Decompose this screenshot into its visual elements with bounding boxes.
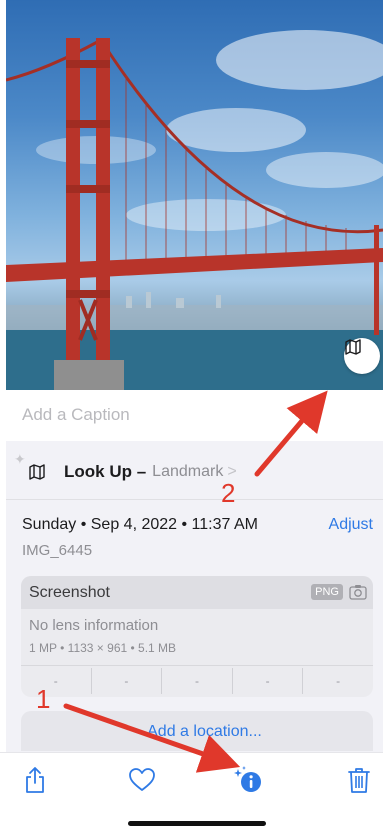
share-button[interactable] (20, 765, 50, 795)
bridge-photo-art (6, 30, 383, 390)
card-title: Screenshot (29, 583, 110, 601)
bottom-toolbar (0, 752, 383, 829)
look-up-subtitle: Landmark (152, 463, 224, 480)
heart-icon (129, 768, 155, 791)
annotation-number-1: 1 (36, 684, 51, 714)
exif-cell: - (336, 674, 341, 688)
camera-icon (349, 585, 367, 600)
divider (21, 665, 373, 666)
map-icon (345, 339, 361, 355)
map-button[interactable] (344, 338, 380, 374)
delete-button[interactable] (344, 765, 374, 795)
exif-cell: - (92, 668, 163, 694)
exif-cell: - (162, 668, 233, 694)
exif-cell: - (233, 668, 304, 694)
info-sparkle-icon (234, 766, 261, 792)
share-icon (26, 767, 44, 793)
look-up-title: Look Up – (64, 462, 147, 481)
annotation-number-2: 2 (221, 478, 236, 508)
exif-cell: - (21, 668, 92, 694)
add-location-button[interactable]: Add a location... (6, 723, 383, 741)
adjust-button[interactable]: Adjust (329, 516, 373, 534)
image-specs: 1 MP • 1133 × 961 • 5.1 MB (29, 641, 177, 655)
map-icon (29, 464, 45, 480)
file-name: IMG_6445 (22, 542, 93, 559)
format-badge: PNG (311, 584, 343, 600)
favorite-button[interactable] (127, 765, 157, 795)
info-panel: ✦ Look Up – Landmark > Sunday • Sep 4, 2… (6, 441, 383, 752)
info-button[interactable] (233, 765, 263, 795)
lens-info: No lens information (29, 617, 159, 634)
caption-field[interactable]: Add a Caption (22, 405, 130, 425)
card-header: Screenshot PNG (21, 576, 373, 609)
photo-preview[interactable] (6, 0, 383, 390)
trash-icon (348, 768, 370, 793)
photo-date: Sunday • Sep 4, 2022 • 11:37 AM (22, 516, 258, 533)
metadata-card: Screenshot PNG No lens information 1 MP … (21, 576, 373, 697)
look-up-row[interactable]: Look Up – Landmark > (6, 455, 383, 489)
exif-row: - - - - - (21, 668, 373, 694)
home-indicator (128, 821, 266, 826)
divider (6, 499, 383, 500)
